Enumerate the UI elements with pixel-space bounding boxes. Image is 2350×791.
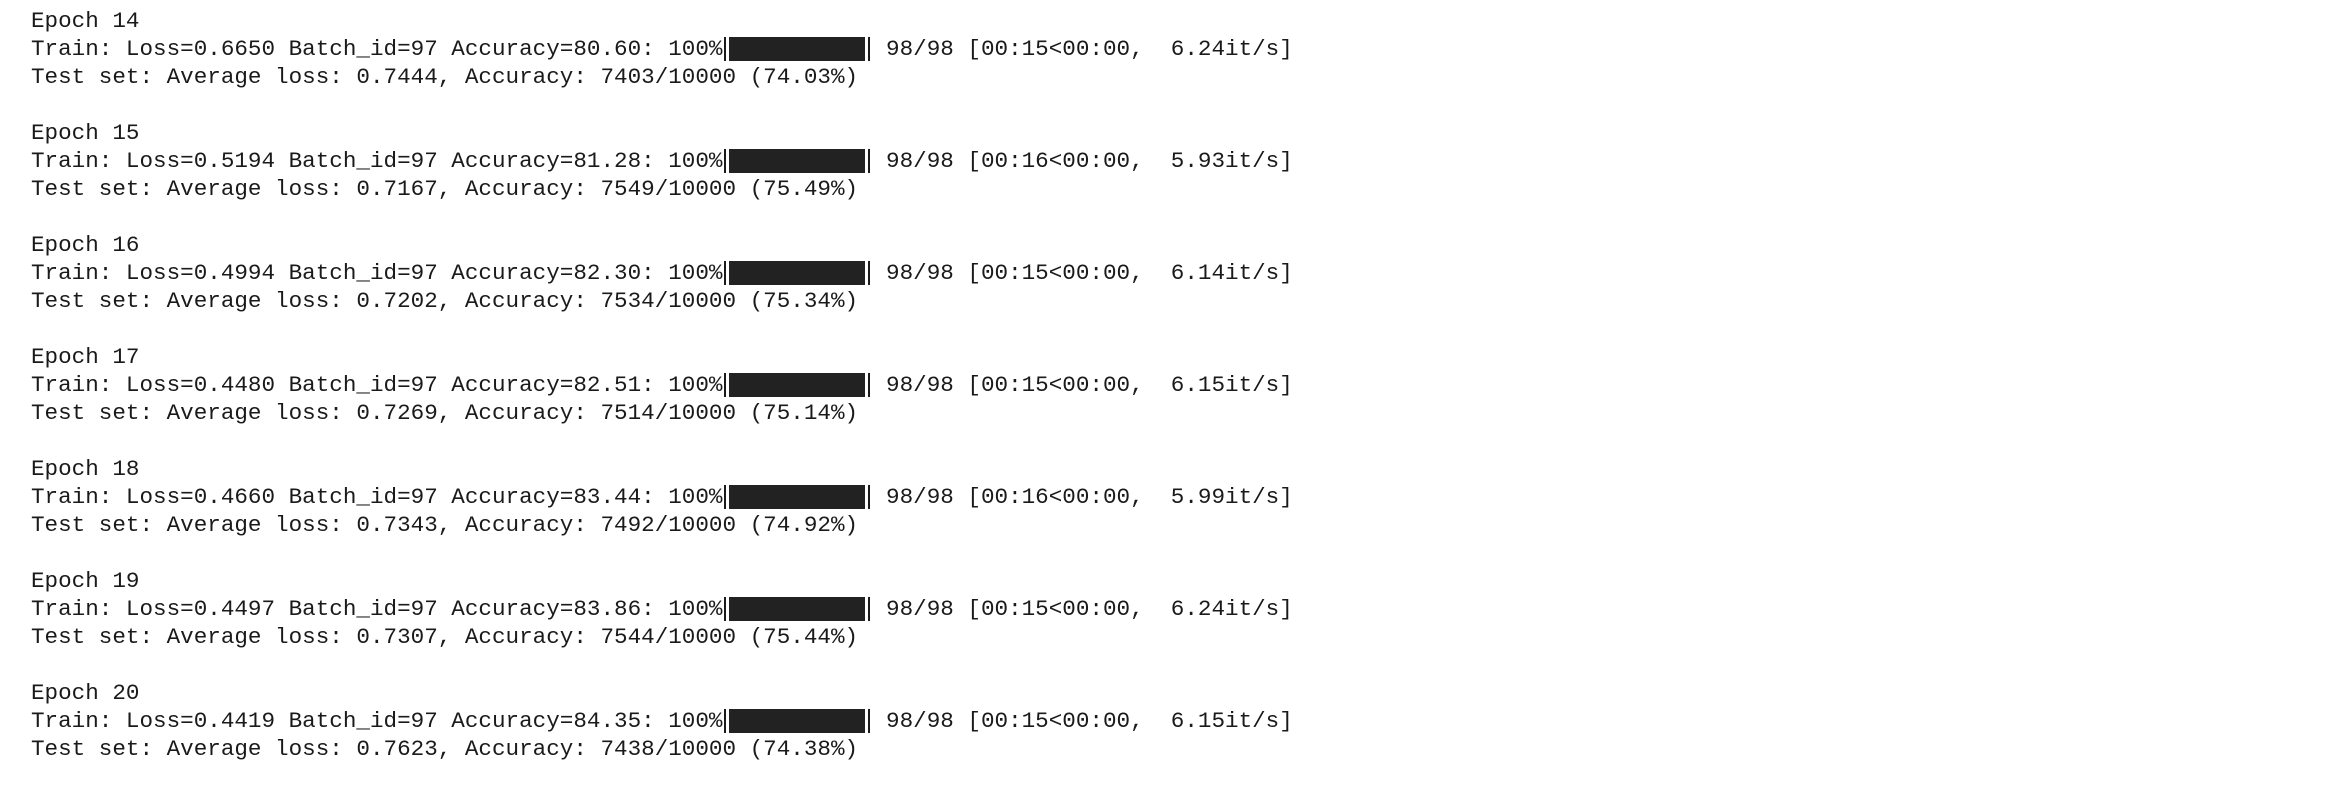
progress-bar-fill [729,373,866,397]
train-stats: Train: Loss=0.5194 Batch_id=97 Accuracy=… [31,148,723,174]
progress-bar-left-edge [724,261,727,285]
progress-bar-right-edge [868,149,871,173]
train-stats: Train: Loss=0.4497 Batch_id=97 Accuracy=… [31,596,723,622]
progress-bar-right-edge [868,261,871,285]
progress-bar-right-edge [868,709,871,733]
progress-bar [729,597,866,621]
epoch-header: Epoch 16 [31,232,140,258]
train-stats: Train: Loss=0.4660 Batch_id=97 Accuracy=… [31,484,723,510]
train-stats: Train: Loss=0.4994 Batch_id=97 Accuracy=… [31,260,723,286]
progress-bar-fill [729,485,866,509]
test-line: Test set: Average loss: 0.7623, Accuracy… [31,736,859,762]
progress-bar-fill [729,709,866,733]
epoch-header: Epoch 15 [31,120,140,146]
epoch-block: Epoch 16 Train: Loss=0.4994 Batch_id=97 … [31,231,1293,315]
progress-bar-fill [729,149,866,173]
progress-bar-right-edge [868,373,871,397]
train-stats: Train: Loss=0.4419 Batch_id=97 Accuracy=… [31,708,723,734]
epoch-header: Epoch 14 [31,8,140,34]
train-progress-info: 98/98 [00:16<00:00, 5.99it/s] [872,484,1293,510]
train-progress-info: 98/98 [00:15<00:00, 6.15it/s] [872,372,1293,398]
epoch-header: Epoch 20 [31,680,140,706]
progress-bar [729,37,866,61]
train-line: Train: Loss=0.6650 Batch_id=97 Accuracy=… [31,35,1293,63]
progress-bar [729,149,866,173]
epoch-block: Epoch 15 Train: Loss=0.5194 Batch_id=97 … [31,119,1293,203]
progress-bar-fill [729,261,866,285]
progress-bar [729,485,866,509]
test-line: Test set: Average loss: 0.7307, Accuracy… [31,624,859,650]
progress-bar-left-edge [724,149,727,173]
progress-bar-fill [729,37,866,61]
progress-bar-right-edge [868,485,871,509]
test-line: Test set: Average loss: 0.7202, Accuracy… [31,288,859,314]
test-line: Test set: Average loss: 0.7343, Accuracy… [31,512,859,538]
epoch-header: Epoch 18 [31,456,140,482]
epoch-block: Epoch 14 Train: Loss=0.6650 Batch_id=97 … [31,7,1293,91]
epoch-block: Epoch 19 Train: Loss=0.4497 Batch_id=97 … [31,567,1293,651]
progress-bar-left-edge [724,373,727,397]
train-progress-info: 98/98 [00:15<00:00, 6.24it/s] [872,596,1293,622]
progress-bar [729,261,866,285]
epoch-block: Epoch 17 Train: Loss=0.4480 Batch_id=97 … [31,343,1293,427]
train-line: Train: Loss=0.4419 Batch_id=97 Accuracy=… [31,707,1293,735]
progress-bar-fill [729,597,866,621]
training-log-output: Epoch 14 Train: Loss=0.6650 Batch_id=97 … [31,7,1293,791]
test-line: Test set: Average loss: 0.7444, Accuracy… [31,64,859,90]
epoch-header: Epoch 19 [31,568,140,594]
train-stats: Train: Loss=0.6650 Batch_id=97 Accuracy=… [31,36,723,62]
train-line: Train: Loss=0.4480 Batch_id=97 Accuracy=… [31,371,1293,399]
train-progress-info: 98/98 [00:16<00:00, 5.93it/s] [872,148,1293,174]
train-progress-info: 98/98 [00:15<00:00, 6.14it/s] [872,260,1293,286]
train-line: Train: Loss=0.4660 Batch_id=97 Accuracy=… [31,483,1293,511]
test-line: Test set: Average loss: 0.7167, Accuracy… [31,176,859,202]
progress-bar-left-edge [724,37,727,61]
progress-bar-right-edge [868,597,871,621]
progress-bar-left-edge [724,597,727,621]
train-line: Train: Loss=0.4497 Batch_id=97 Accuracy=… [31,595,1293,623]
epoch-block: Epoch 18 Train: Loss=0.4660 Batch_id=97 … [31,455,1293,539]
progress-bar-right-edge [868,37,871,61]
train-line: Train: Loss=0.4994 Batch_id=97 Accuracy=… [31,259,1293,287]
epoch-header: Epoch 17 [31,344,140,370]
progress-bar-left-edge [724,485,727,509]
train-progress-info: 98/98 [00:15<00:00, 6.24it/s] [872,36,1293,62]
train-line: Train: Loss=0.5194 Batch_id=97 Accuracy=… [31,147,1293,175]
progress-bar [729,709,866,733]
epoch-block: Epoch 20 Train: Loss=0.4419 Batch_id=97 … [31,679,1293,763]
train-progress-info: 98/98 [00:15<00:00, 6.15it/s] [872,708,1293,734]
progress-bar [729,373,866,397]
train-stats: Train: Loss=0.4480 Batch_id=97 Accuracy=… [31,372,723,398]
test-line: Test set: Average loss: 0.7269, Accuracy… [31,400,859,426]
progress-bar-left-edge [724,709,727,733]
